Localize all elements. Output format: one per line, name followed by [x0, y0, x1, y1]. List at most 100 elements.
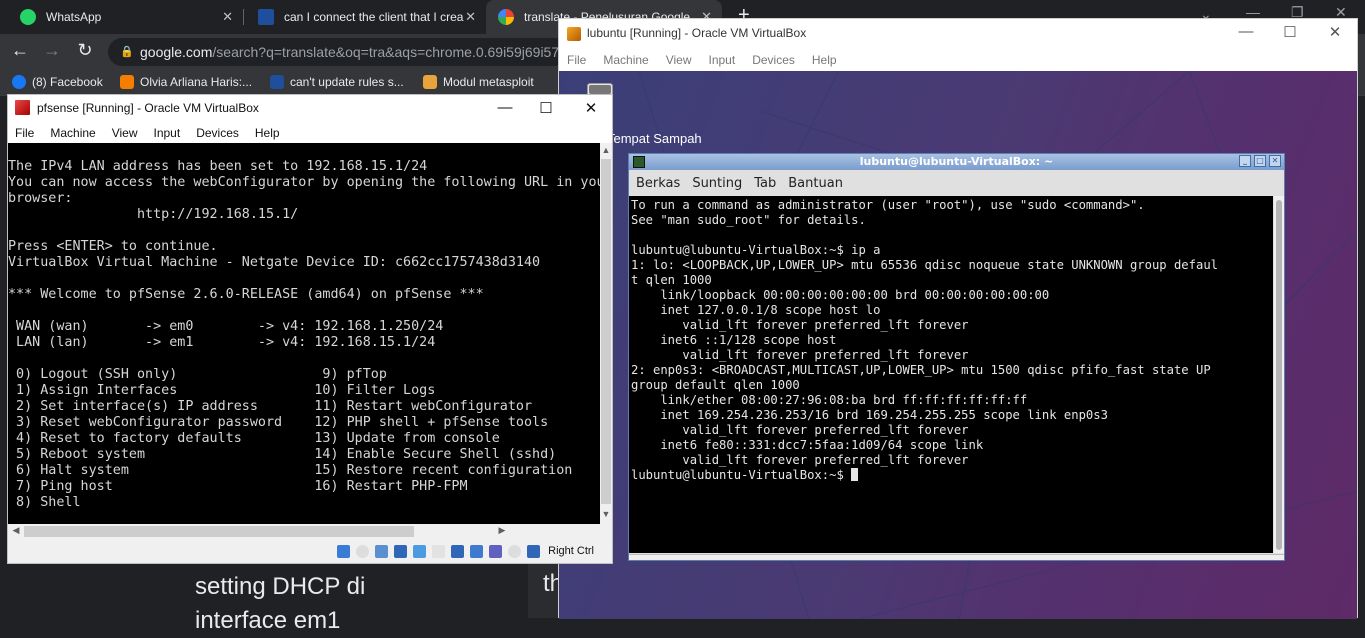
tab-whatsapp[interactable]: WhatsApp ✕: [8, 0, 243, 34]
terminal-menubar: Berkas Sunting Tab Bantuan: [629, 172, 1284, 196]
console-line: Press <ENTER> to continue.: [8, 239, 218, 254]
console-line: http://192.168.15.1/: [8, 207, 299, 222]
menu-machine[interactable]: Machine: [50, 121, 95, 143]
menu-tab[interactable]: Tab: [754, 172, 776, 196]
scroll-up-icon[interactable]: ▲: [600, 145, 612, 155]
scroll-right-icon[interactable]: ▶: [496, 525, 508, 536]
menu-view[interactable]: View: [112, 121, 138, 143]
menu-bantuan[interactable]: Bantuan: [788, 172, 843, 196]
terminal-line: group default qlen 1000: [631, 378, 800, 392]
minimize-icon[interactable]: _: [1239, 155, 1251, 167]
terminal-scrollbar[interactable]: [1274, 196, 1284, 553]
menu-machine[interactable]: Machine: [603, 49, 648, 71]
whatsapp-icon: [20, 9, 36, 25]
terminal-window: lubuntu@lubuntu-VirtualBox: ~ _ □ ✕ Berk…: [628, 153, 1285, 561]
page-text-line: interface em1: [195, 607, 341, 634]
console-line: *** Welcome to pfSense 2.6.0-RELEASE (am…: [8, 287, 484, 302]
tab-netgate-forum[interactable]: can I connect the client that I crea ✕: [246, 0, 486, 34]
close-icon[interactable]: ✕: [1320, 23, 1350, 41]
console-line: 0) Logout (SSH only) 9) pfTop: [8, 367, 387, 382]
forward-icon[interactable]: →: [40, 40, 64, 61]
scrollbar-thumb[interactable]: [601, 159, 611, 504]
bookmark-metasploit[interactable]: Modul metasploit: [423, 75, 534, 89]
maximize-icon[interactable]: ☐: [531, 99, 561, 117]
scrollbar-thumb[interactable]: [1276, 200, 1282, 550]
network-icon[interactable]: [394, 544, 408, 558]
vbox-menubar: File Machine View Input Devices Help: [559, 49, 1357, 71]
usb-icon[interactable]: [413, 544, 427, 558]
console-line: 5) Reboot system 14) Enable Secure Shell…: [8, 447, 557, 462]
menu-file[interactable]: File: [567, 49, 586, 71]
virtualization-icon[interactable]: [489, 544, 503, 558]
reload-icon[interactable]: ↻: [73, 40, 97, 61]
menu-devices[interactable]: Devices: [196, 121, 239, 143]
keyboard-capture-icon[interactable]: [527, 544, 541, 558]
terminal-line: valid_lft forever preferred_lft forever: [631, 318, 969, 332]
console-line: 7) Ping host 16) Restart PHP-FPM: [8, 479, 468, 494]
scrollbar-thumb[interactable]: [24, 526, 414, 537]
facebook-icon: [12, 75, 26, 89]
menu-help[interactable]: Help: [255, 121, 280, 143]
google-icon: [498, 9, 514, 25]
menu-input[interactable]: Input: [154, 121, 181, 143]
bookmark-facebook[interactable]: (8) Facebook: [12, 75, 103, 89]
tab-divider: [243, 9, 244, 25]
bookmark-label: Modul metasploit: [443, 75, 534, 89]
url-host: google.com: [140, 44, 213, 60]
menu-devices[interactable]: Devices: [752, 49, 795, 71]
terminal-bottom-border: [629, 554, 1284, 560]
video-capture-icon[interactable]: [470, 544, 484, 558]
shared-folders-icon[interactable]: [432, 544, 446, 558]
optical-drive-icon[interactable]: [356, 544, 370, 558]
minimize-icon[interactable]: —: [1231, 23, 1261, 40]
menu-file[interactable]: File: [15, 121, 34, 143]
mouse-integration-icon[interactable]: [508, 544, 522, 558]
menu-berkas[interactable]: Berkas: [636, 172, 680, 196]
terminal-line: t qlen 1000: [631, 273, 712, 287]
hard-disk-icon[interactable]: [337, 544, 351, 558]
terminal-line: lubuntu@lubuntu-VirtualBox:~$ ip a: [631, 243, 881, 257]
virtualbox-icon: [15, 100, 30, 115]
audio-icon[interactable]: [375, 544, 389, 558]
close-tab-icon[interactable]: ✕: [222, 9, 233, 25]
minimize-icon[interactable]: —: [490, 99, 520, 116]
maximize-icon[interactable]: □: [1254, 155, 1266, 167]
vertical-scrollbar[interactable]: ▲ ▼: [600, 143, 612, 524]
bookmark-blogger[interactable]: Olvia Arliana Haris:...: [120, 75, 252, 89]
netgate-icon: [258, 9, 274, 25]
pfsense-console[interactable]: The IPv4 LAN address has been set to 192…: [8, 143, 600, 524]
desktop-icon-label[interactable]: Tempat Sampah: [607, 131, 702, 147]
close-icon[interactable]: ✕: [576, 99, 606, 117]
console-line: 4) Reset to factory defaults 13) Update …: [8, 431, 500, 446]
horizontal-scrollbar[interactable]: ◀ ▶: [8, 524, 612, 538]
bookmark-netgate[interactable]: can't update rules s...: [270, 75, 404, 89]
terminal-line: valid_lft forever preferred_lft forever: [631, 423, 969, 437]
address-bar[interactable]: 🔒 google.com/search?q=translate&oq=tra&aq…: [108, 38, 568, 66]
tab-title: can I connect the client that I crea: [284, 10, 464, 24]
menu-sunting[interactable]: Sunting: [692, 172, 742, 196]
console-line: LAN (lan) -> em1 -> v4: 192.168.15.1/24: [8, 335, 436, 350]
console-line: 2) Set interface(s) IP address 11) Resta…: [8, 399, 533, 414]
close-icon[interactable]: ✕: [1269, 155, 1281, 167]
blogger-icon: [120, 75, 134, 89]
menu-help[interactable]: Help: [812, 49, 837, 71]
scroll-down-icon[interactable]: ▼: [600, 509, 612, 519]
terminal-output[interactable]: To run a command as administrator (user …: [629, 196, 1273, 553]
terminal-line: inet 127.0.0.1/8 scope host lo: [631, 303, 881, 317]
scroll-left-icon[interactable]: ◀: [10, 525, 22, 536]
display-icon[interactable]: [451, 544, 465, 558]
title-bar: pfsense [Running] - Oracle VM VirtualBox…: [8, 95, 612, 121]
console-line: browser:: [8, 191, 73, 206]
close-tab-icon[interactable]: ✕: [465, 9, 476, 25]
back-icon[interactable]: ←: [8, 40, 32, 61]
terminal-line: 1: lo: <LOOPBACK,UP,LOWER_UP> mtu 65536 …: [631, 258, 1218, 272]
slides-icon: [423, 75, 437, 89]
menu-view[interactable]: View: [666, 49, 692, 71]
maximize-icon[interactable]: ☐: [1275, 23, 1305, 41]
menu-input[interactable]: Input: [709, 49, 736, 71]
terminal-line: link/loopback 00:00:00:00:00:00 brd 00:0…: [631, 288, 1050, 302]
